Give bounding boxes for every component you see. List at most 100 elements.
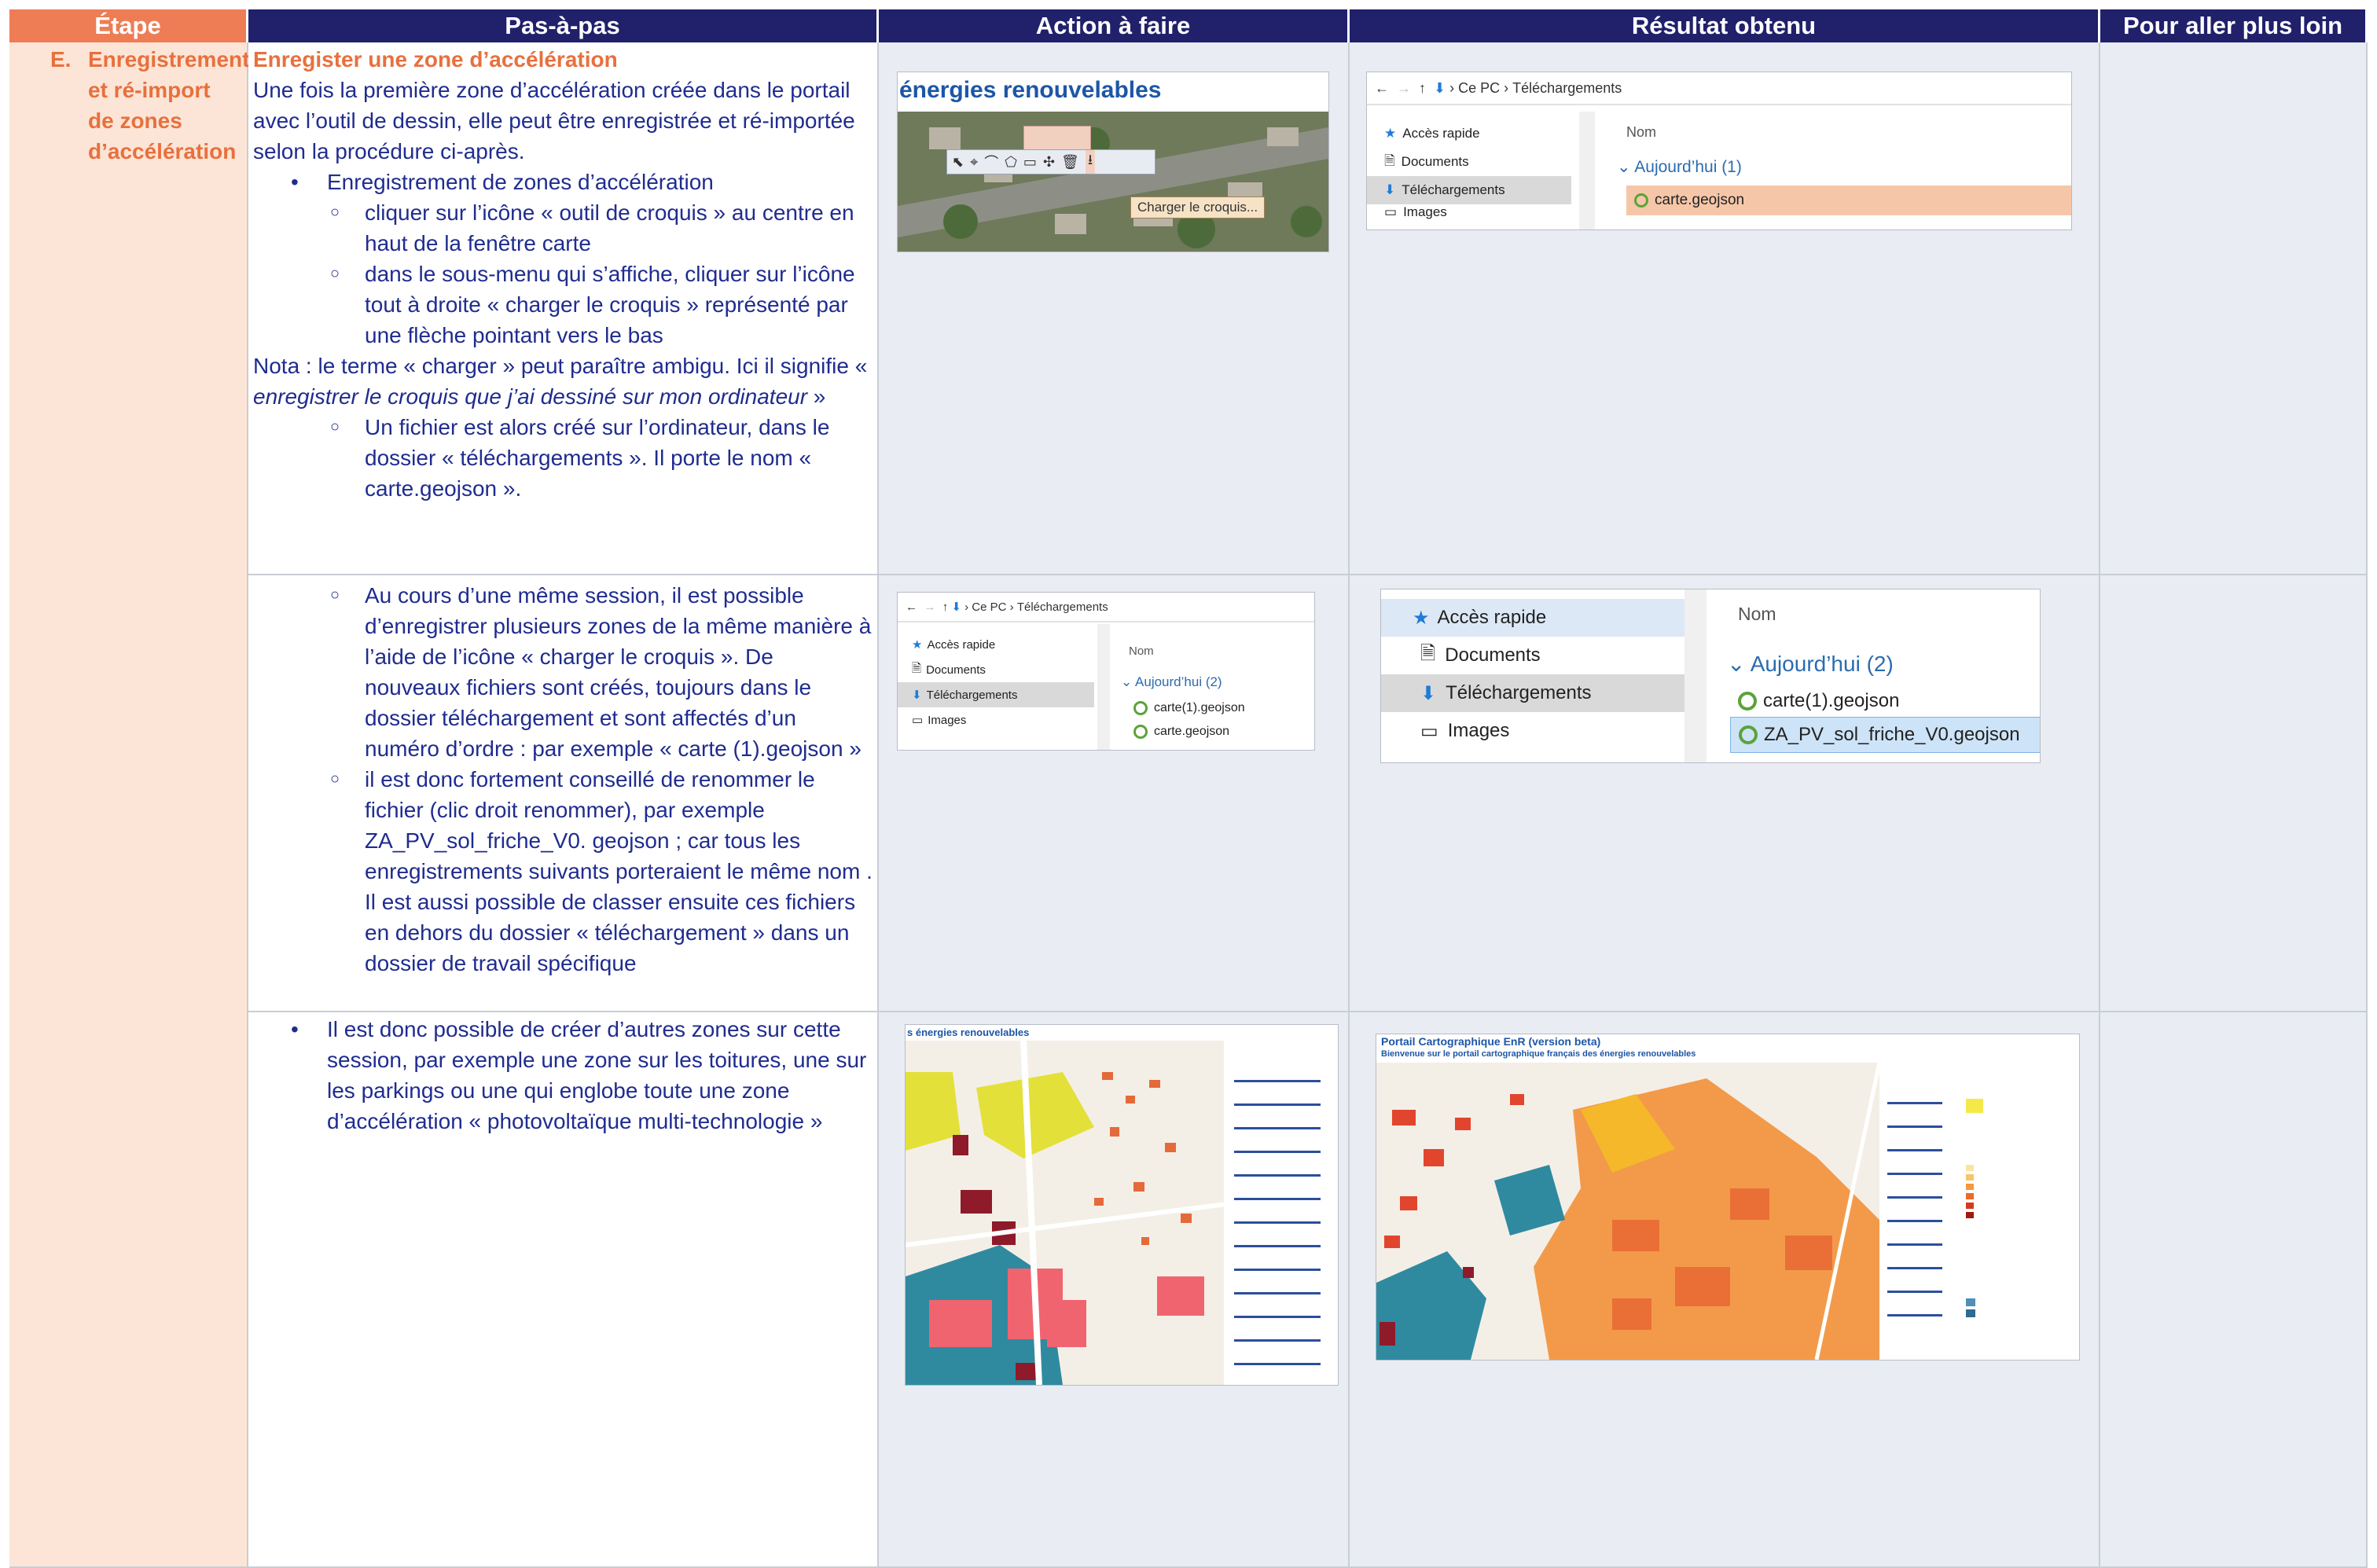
sidebar-scrollbar[interactable]	[1579, 112, 1595, 230]
nav-documents[interactable]: 🗎 Documents	[898, 657, 1094, 682]
breadcrumb-pc[interactable]: Ce PC	[972, 600, 1006, 614]
back-arrow-icon[interactable]: ←	[906, 600, 917, 614]
forward-arrow-icon[interactable]: →	[924, 600, 935, 614]
action-cell-1: énergies renouvelables ⬉ ⌖ ⌒ ⬠ ▭ ✣ 🗑 ⭳ C…	[879, 42, 1350, 575]
portal-title: énergies renouvelables	[899, 77, 1162, 103]
action-cell-2: ← → ↑ ⬇ › Ce PC › Téléchargements ★ Accès…	[879, 575, 1350, 1012]
portal-map-image	[1376, 1063, 2079, 1360]
nav-label: Images	[928, 713, 967, 727]
etape-cell: E. Enregistrement et ré-import de zones …	[9, 42, 250, 1568]
explorer-screenshot-2: ← → ↑ ⬇ › Ce PC › Téléchargements ★ Accès…	[898, 593, 1314, 750]
nav-acces-rapide[interactable]: ★ Accès rapide	[1367, 119, 1571, 148]
file-row[interactable]: carte(1).geojson	[1738, 690, 1899, 712]
procedure-table: Étape Pas-à-pas Action à faire Résultat …	[9, 9, 2368, 1568]
document-icon: 🗎	[1420, 642, 1436, 664]
explorer-sidebar: ★ Accès rapide 🗎 Documents ⬇ Téléchargement…	[1381, 599, 1684, 750]
delete-icon[interactable]: 🗑	[1061, 154, 1079, 171]
polygon-icon[interactable]: ⬠	[1005, 154, 1017, 171]
map-image	[906, 1041, 1338, 1385]
nota-emphasis: enregistrer le croquis que j’ai dessiné …	[253, 384, 808, 409]
file-name: carte(1).geojson	[1763, 690, 1900, 711]
sidebar-scrollbar[interactable]	[1097, 624, 1110, 750]
column-nom[interactable]: Nom	[1738, 604, 1776, 625]
qgis-file-icon	[1133, 701, 1148, 715]
explorer-sidebar: ★ Accès rapide 🗎 Documents ⬇ Téléchargement…	[1367, 119, 1571, 220]
rectangle-icon[interactable]: ▭	[1023, 154, 1037, 171]
sketch-tool-icon[interactable]	[1023, 126, 1091, 151]
group-today[interactable]: ⌄ Aujourd’hui (2)	[1121, 674, 1222, 690]
document-icon: 🗎	[1384, 152, 1395, 168]
nav-images[interactable]: ▭ Images	[1367, 204, 1571, 220]
point-icon[interactable]: ⌖	[970, 154, 978, 171]
sub-renommer: il est donc fortement conseillé de renom…	[253, 764, 873, 979]
pas-cell-3: Il est donc possible de créer d’autres z…	[248, 1012, 879, 1568]
star-icon: ★	[1413, 607, 1430, 629]
group-today[interactable]: ⌄ Aujourd’hui (2)	[1727, 651, 1894, 677]
sidebar-scrollbar[interactable]	[1684, 589, 1707, 762]
file-row-selected[interactable]: ZA_PV_sol_friche_V0.geojson	[1730, 717, 2040, 753]
nav-telechargements[interactable]: ⬇ Téléchargements	[1381, 674, 1684, 712]
file-row[interactable]: carte(1).geojson	[1133, 701, 1245, 715]
group-today-label: Aujourd’hui (2)	[1135, 674, 1222, 689]
nav-label: Documents	[1401, 154, 1469, 169]
breadcrumb-downloads[interactable]: Téléchargements	[1512, 80, 1622, 97]
bullet-enregistrement: Enregistrement de zones d’accélération	[253, 167, 873, 197]
nav-telechargements[interactable]: ⬇ Téléchargements	[898, 682, 1094, 707]
nav-acces-rapide[interactable]: ★ Accès rapide	[1381, 599, 1684, 637]
up-arrow-icon[interactable]: ↑	[942, 600, 949, 614]
move-icon[interactable]: ✣	[1043, 154, 1055, 171]
column-nom[interactable]: Nom	[1129, 644, 1154, 658]
select-icon[interactable]: ⬉	[952, 154, 964, 171]
image-icon: ▭	[1384, 204, 1398, 219]
nav-label: Accès rapide	[1402, 126, 1480, 141]
nav-telechargements[interactable]: ⬇ Téléchargements	[1367, 176, 1571, 204]
header-pas-a-pas: Pas-à-pas	[248, 9, 879, 42]
nav-label: Documents	[926, 663, 986, 677]
qgis-file-icon	[1739, 725, 1758, 744]
file-name: carte.geojson	[1655, 192, 1745, 208]
nav-documents[interactable]: 🗎 Documents	[1367, 148, 1571, 176]
forward-arrow-icon[interactable]: →	[1397, 80, 1411, 97]
file-name: ZA_PV_sol_friche_V0.geojson	[1764, 724, 2020, 745]
step-title: Enregister une zone d’accélération	[253, 47, 618, 72]
file-row[interactable]: carte.geojson	[1133, 725, 1229, 739]
plus-cell-3	[2100, 1012, 2368, 1568]
nota: Nota : le terme « charger » peut paraîtr…	[253, 351, 873, 412]
nav-images[interactable]: ▭ Images	[898, 707, 1094, 733]
breadcrumb-pc[interactable]: Ce PC	[1458, 80, 1500, 97]
download-icon: ⬇	[1420, 682, 1437, 704]
tooltip-charger-croquis: Charger le croquis...	[1130, 196, 1266, 218]
bullet-autres-zones: Il est donc possible de créer d’autres z…	[253, 1014, 873, 1137]
action-cell-3: s énergies renouvelables	[879, 1012, 1350, 1568]
group-today-label: Aujourd’hui (1)	[1634, 158, 1742, 176]
explorer-address-bar: ← → ↑ ⬇ › Ce PC › Téléchargements	[898, 593, 1314, 622]
nav-acces-rapide[interactable]: ★ Accès rapide	[898, 632, 1094, 657]
sketch-submenu: ⬉ ⌖ ⌒ ⬠ ▭ ✣ 🗑 ⭳	[946, 149, 1155, 174]
qgis-file-icon	[1133, 725, 1148, 739]
pas-cell-2: Au cours d’une même session, il est poss…	[248, 575, 879, 1012]
file-name: carte(1).geojson	[1154, 701, 1245, 714]
nav-images[interactable]: ▭ Images	[1381, 712, 1684, 750]
qgis-file-icon	[1738, 692, 1757, 711]
back-arrow-icon[interactable]: ←	[1375, 80, 1389, 97]
plus-cell-2	[2100, 575, 2368, 1012]
nav-documents[interactable]: 🗎 Documents	[1381, 637, 1684, 674]
download-icon[interactable]: ⭳	[1085, 150, 1096, 174]
file-row[interactable]: carte.geojson	[1626, 185, 2071, 215]
group-today-label: Aujourd’hui (2)	[1750, 652, 1894, 676]
nav-label: Images	[1403, 204, 1447, 219]
map-screenshot-zones: s énergies renouvelables	[906, 1025, 1338, 1385]
nav-label: Documents	[1445, 644, 1541, 666]
download-folder-icon: ⬇	[951, 600, 961, 614]
nav-label: Accès rapide	[1437, 607, 1547, 628]
aerial-map-image	[898, 112, 1328, 252]
breadcrumb-downloads[interactable]: Téléchargements	[1017, 600, 1108, 614]
column-nom[interactable]: Nom	[1626, 124, 1656, 141]
nav-label: Téléchargements	[1446, 682, 1592, 703]
explorer-screenshot-1: ← → ↑ ⬇ › Ce PC › Téléchargements ★ Accès…	[1367, 72, 2071, 230]
group-today[interactable]: ⌄ Aujourd’hui (1)	[1617, 157, 1742, 177]
nav-label: Images	[1447, 720, 1510, 741]
line-icon[interactable]: ⌒	[984, 152, 998, 172]
up-arrow-icon[interactable]: ↑	[1419, 80, 1426, 97]
etape-label: Enregistrement et ré-import de zones d’a…	[88, 47, 250, 163]
